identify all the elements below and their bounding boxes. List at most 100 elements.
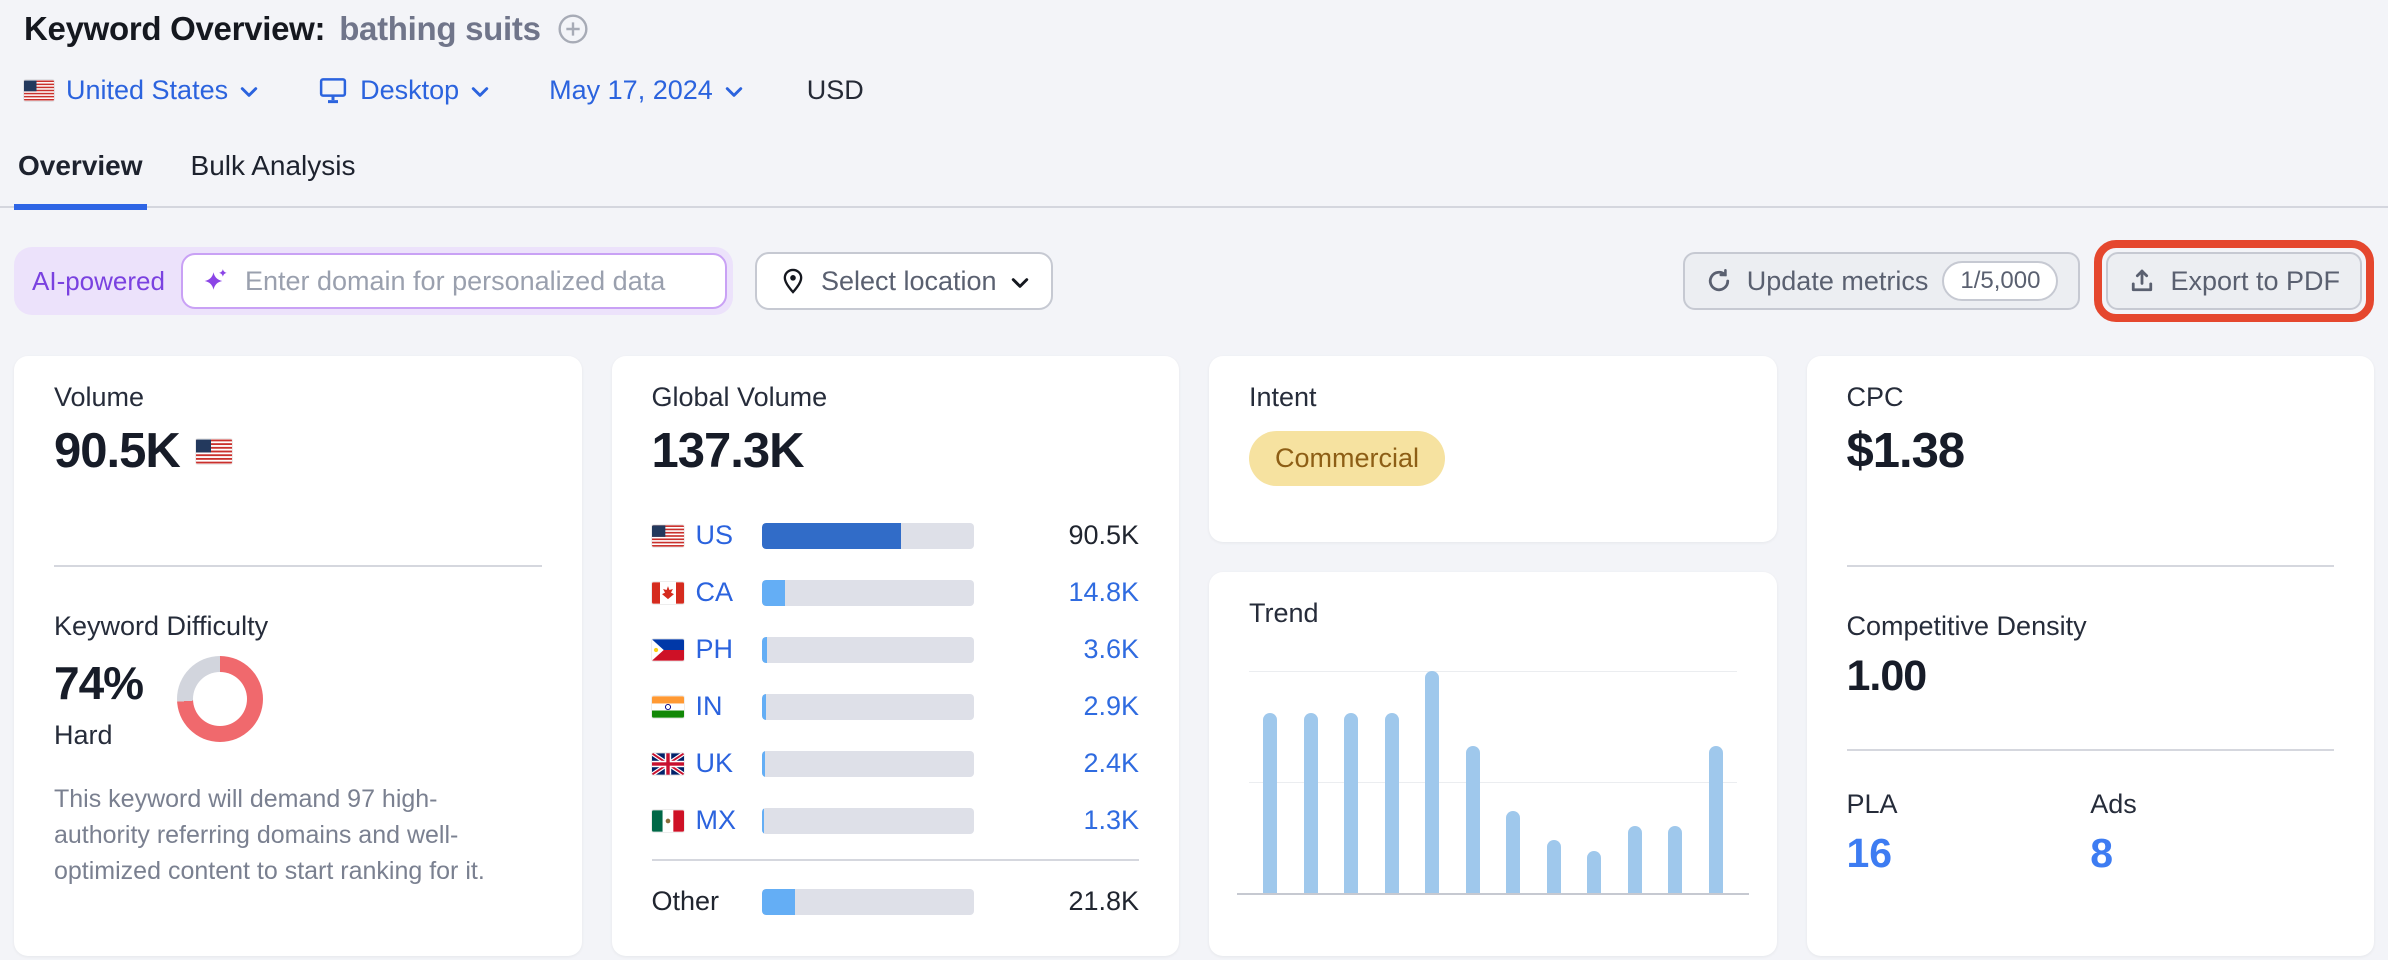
us-flag-icon [652, 525, 696, 547]
desktop-icon [318, 75, 348, 105]
cpc-label: CPC [1847, 382, 2335, 413]
country-volume-bar [762, 580, 974, 606]
trend-bar [1304, 713, 1318, 893]
refresh-icon [1705, 267, 1733, 295]
global-volume-label: Global Volume [652, 382, 1140, 413]
filter-bar: United States Desktop May 17, 2024 [24, 72, 2364, 108]
quota-badge: 1/5,000 [1942, 261, 2058, 301]
keyword-difficulty-description: This keyword will demand 97 high-authori… [54, 781, 504, 889]
other-volume-value: 21.8K [1068, 886, 1139, 917]
ads-value[interactable]: 8 [2090, 830, 2334, 877]
pla-label: PLA [1847, 789, 2091, 820]
trend-bar [1466, 746, 1480, 893]
divider [1847, 565, 2335, 567]
intent-trend-column: Intent Commercial Trend [1209, 356, 1777, 956]
country-row: IN 2.9K [652, 678, 1140, 735]
chevron-down-icon [725, 86, 743, 98]
country-link-uk[interactable]: UK [696, 748, 762, 779]
country-list: US90.5KCA14.8KPH3.6KIN2.9KUK2.4KMX1.3KOt… [652, 507, 1140, 930]
location-pin-icon [779, 267, 807, 295]
intent-card: Intent Commercial [1209, 356, 1777, 542]
trend-chart [1249, 671, 1737, 893]
cpc-card: CPC $1.38 Competitive Density 1.00 PLA 1… [1807, 356, 2375, 956]
export-highlight-annotation: Export to PDF [2094, 240, 2374, 322]
country-row: UK 2.4K [652, 735, 1140, 792]
uk-flag-icon [652, 753, 696, 775]
keyword-difficulty-level: Hard [54, 720, 143, 751]
update-metrics-button[interactable]: Update metrics 1/5,000 [1683, 252, 2081, 310]
country-link-mx[interactable]: MX [696, 805, 762, 836]
tab-bulk-analysis[interactable]: Bulk Analysis [187, 144, 360, 210]
us-flag-icon [196, 439, 232, 464]
country-row: CA 14.8K [652, 564, 1140, 621]
ai-powered-badge: AI-powered [32, 266, 165, 297]
pla-value[interactable]: 16 [1847, 830, 2091, 877]
intent-badge[interactable]: Commercial [1249, 431, 1445, 486]
date-selector[interactable]: May 17, 2024 [549, 75, 743, 106]
add-keyword-icon[interactable] [557, 13, 589, 45]
trend-bar [1263, 713, 1277, 893]
country-row: PH 3.6K [652, 621, 1140, 678]
country-selector[interactable]: United States [24, 75, 258, 106]
in-flag-icon [652, 696, 696, 718]
country-row: MX 1.3K [652, 792, 1140, 849]
page-title: Keyword Overview: [24, 10, 325, 48]
domain-input-box[interactable] [181, 253, 727, 309]
date-filter-label: May 17, 2024 [549, 75, 713, 106]
domain-input[interactable] [243, 265, 707, 298]
trend-bar [1547, 840, 1561, 893]
currency-label: USD [807, 75, 864, 106]
country-volume-value[interactable]: 2.4K [1083, 748, 1139, 779]
country-volume-bar [762, 808, 974, 834]
tab-bar: Overview Bulk Analysis [0, 144, 2388, 208]
update-metrics-label: Update metrics [1747, 266, 1929, 297]
country-volume-bar [762, 694, 974, 720]
country-volume-value[interactable]: 3.6K [1083, 634, 1139, 665]
chevron-down-icon [1011, 277, 1029, 289]
trend-baseline [1237, 893, 1749, 895]
other-countries-row: Other21.8K [652, 873, 1140, 930]
trend-bar [1385, 713, 1399, 893]
country-volume-bar [762, 889, 974, 915]
country-volume-value[interactable]: 1.3K [1083, 805, 1139, 836]
device-filter-label: Desktop [360, 75, 459, 106]
country-link-us[interactable]: US [696, 520, 762, 551]
country-volume-bar [762, 637, 974, 663]
keyword-difficulty-donut [177, 656, 263, 742]
keyword-difficulty-value: 74% [54, 656, 143, 710]
trend-bar [1506, 811, 1520, 893]
country-link-ph[interactable]: PH [696, 634, 762, 665]
intent-label: Intent [1249, 382, 1737, 413]
export-to-pdf-button[interactable]: Export to PDF [2106, 252, 2362, 310]
keyword-overview-page: Keyword Overview: bathing suits United S… [0, 0, 2388, 960]
chevron-down-icon [471, 86, 489, 98]
trend-bar [1587, 851, 1601, 893]
chevron-down-icon [240, 86, 258, 98]
controls-row: AI-powered Select location [14, 240, 2374, 322]
device-selector[interactable]: Desktop [318, 75, 489, 106]
ads-label: Ads [2090, 789, 2334, 820]
country-filter-label: United States [66, 75, 228, 106]
country-volume-value[interactable]: 2.9K [1083, 691, 1139, 722]
ph-flag-icon [652, 639, 696, 661]
export-to-pdf-label: Export to PDF [2170, 266, 2340, 297]
trend-bar [1709, 746, 1723, 893]
trend-card: Trend [1209, 572, 1777, 956]
country-link-ca[interactable]: CA [696, 577, 762, 608]
cpc-value: $1.38 [1847, 423, 1965, 479]
volume-label: Volume [54, 382, 542, 413]
trend-bar [1628, 826, 1642, 893]
select-location-dropdown[interactable]: Select location [755, 252, 1053, 310]
keyword-difficulty-label: Keyword Difficulty [54, 611, 542, 642]
export-upload-icon [2128, 267, 2156, 295]
global-volume-card: Global Volume 137.3K US90.5KCA14.8KPH3.6… [612, 356, 1180, 956]
trend-bar [1425, 671, 1439, 893]
competitive-density-value: 1.00 [1847, 652, 2335, 701]
tab-overview[interactable]: Overview [14, 144, 147, 210]
competitive-density-label: Competitive Density [1847, 611, 2335, 642]
trend-bar [1668, 826, 1682, 893]
select-location-label: Select location [821, 266, 997, 297]
country-volume-value[interactable]: 14.8K [1068, 577, 1139, 608]
divider [652, 859, 1140, 861]
country-link-in[interactable]: IN [696, 691, 762, 722]
